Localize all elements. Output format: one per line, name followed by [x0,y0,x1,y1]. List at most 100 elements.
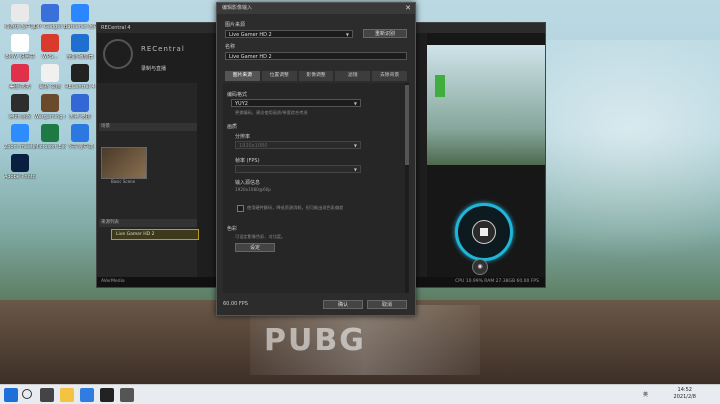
snapshot-icon[interactable]: ◉ [472,259,488,275]
color-section: 色彩 [227,226,238,232]
photoshop-icon [11,154,29,172]
name-field-value: Live Gamer HD 2 [229,54,272,60]
clock-time: 14:52 [677,387,692,393]
desktop-icon-label: WPS... [42,54,58,60]
device-select[interactable]: Live Gamer HD 2 ▼ [225,30,353,38]
desktop-icon[interactable]: Microsoft Excel [34,124,66,150]
desktop-icon[interactable]: 天神 竞技 [64,94,96,120]
scrollbar-thumb[interactable] [405,85,409,165]
input-format-select[interactable]: YUY2 ▼ [231,99,361,107]
windows-start-icon[interactable] [4,388,18,402]
record-button-ring[interactable] [455,203,513,261]
desktop-icon[interactable]: 全能 播放器 [64,34,96,60]
color-settings-button[interactable]: 设定 [235,243,275,252]
clock[interactable]: 14:52 2021/2/8 [674,387,696,401]
desktop-icon[interactable]: 最新 文档 [34,64,66,90]
desktop-icon[interactable]: Adobe Photoshop [4,154,36,180]
close-icon[interactable]: ✕ [405,3,411,14]
dialog-scrollbar[interactable] [405,83,409,293]
device-label: 图片来源 [225,22,246,28]
resolution-section: 画质 [227,124,238,130]
chevron-down-icon: ▼ [353,143,357,148]
app-icon [71,94,89,112]
recentral-taskbar-icon[interactable] [100,388,114,402]
app-icon [71,34,89,52]
ok-button[interactable]: 确认 [323,300,363,309]
app-icon [41,4,59,22]
framerate-label: 帧率 (FPS) [235,158,260,164]
tab-image-adjust[interactable]: 影像调整 [298,71,334,81]
scene-section-header: 场景 [99,123,197,131]
fps-readout: 60.00 FPS [223,301,248,307]
hw-decode-label: 使用硬件解码，降低资源消耗，但可能出现色彩偏差 [247,205,344,210]
framerate-select[interactable]: ▼ [235,165,361,173]
desktop-icon[interactable]: 腾讯 游戏 [4,94,36,120]
dialog-footer: 60.00 FPS 确认 取消 [217,295,415,315]
desktop-icon[interactable]: RECentral 4 [64,64,96,90]
edit-input-dialog: 编辑影像输入 ✕ 图片来源 Live Gamer HD 2 ▼ 重新识别 名称 … [216,2,416,316]
preview-marker [435,75,445,97]
desktop-icon-label: DIY Gadget build [34,24,66,30]
desktop-icon[interactable]: 鸭游戏 客户端 [4,4,36,30]
desktop-icon[interactable]: Zoom meeting [4,124,36,150]
color-hint: 可设定影像色彩、对比度。 [235,234,286,239]
resolution-select[interactable]: 1920x1080 ▼ [235,141,361,149]
tab-position[interactable]: 位置调整 [261,71,297,81]
battlenet-icon [71,4,89,22]
bmw-icon [11,34,29,52]
desktop-icon[interactable]: Battlenet 客户端 [64,4,96,30]
app-mode-label[interactable]: 录制与直播 [141,65,166,72]
name-field[interactable]: Live Gamer HD 2 [225,52,407,60]
desktop-icon-label: 天神 竞技 [69,114,91,120]
cancel-button[interactable]: 取消 [367,300,407,309]
tab-remove-background[interactable]: 去除背景 [372,71,407,81]
desktop-icon-label: 美图 秀秀 [9,84,31,90]
app-icon [11,94,29,112]
input-info-label: 输入源信息 [235,180,261,186]
resolution-value: 1920x1080 [239,143,268,149]
tab-filter[interactable]: 滤镜 [335,71,371,81]
zoom-icon [11,124,29,142]
input-format-label: 编码格式 [227,92,248,98]
task-view-icon[interactable] [40,388,54,402]
ime-indicator[interactable]: 英 [643,391,648,398]
refresh-button[interactable]: 重新识别 [363,29,407,38]
source-list-item[interactable]: Live Gamer HD 2 [111,229,199,240]
desktop-icon[interactable]: DIY Gadget build [34,4,66,30]
clock-date: 2021/2/8 [673,394,696,400]
desktop-icon[interactable]: BMW 说明书 [4,34,36,60]
desktop-icon-label: BMW 说明书 [5,54,35,60]
doc-icon [41,64,59,82]
tab-input-source[interactable]: 图片来源 [225,71,260,81]
app-icon [11,4,29,22]
app-left-panel: 场景 Basic Scene 来源列表 Live Gamer HD 2 [97,83,199,283]
status-brand: AVerMedia [101,279,125,284]
dialog-titlebar: 编辑影像输入 ✕ [217,3,415,14]
dialog-title: 编辑影像输入 [222,5,253,11]
name-label: 名称 [225,44,236,50]
desktop-icon-label: Battlenet 客户端 [64,24,96,30]
edge-icon[interactable] [80,388,94,402]
desktop-icon[interactable]: 美图 秀秀 [4,64,36,90]
resolution-label: 分辨率 [235,134,251,140]
chevron-down-icon: ▼ [353,167,357,172]
input-format-value: YUY2 [235,101,248,107]
desktop-icon-label: 腾讯 游戏 [9,114,31,120]
device-select-value: Live Gamer HD 2 [229,32,272,38]
hw-decode-checkbox[interactable] [237,205,244,212]
file-explorer-icon[interactable] [60,388,74,402]
desktop-icon[interactable]: 飞书 客户端 [64,124,96,150]
desktop-icon-label: Adobe Photoshop [4,174,36,180]
search-icon[interactable] [22,389,32,399]
desktop-icon[interactable]: WPS... [34,34,66,60]
app-logo-text: RECentral [141,45,185,53]
app-right-panel: ◉ [427,33,545,287]
scene-thumbnail[interactable] [101,147,147,179]
chevron-down-icon: ▼ [345,32,349,37]
scene-name: Basic Scene [110,179,136,184]
input-info-value: 1920x1080@60p [235,187,271,192]
desktop-icon[interactable]: Wargaming .net [34,94,66,120]
app-taskbar-icon[interactable] [120,388,134,402]
record-button[interactable] [472,220,496,244]
desktop-icon-label: Microsoft Excel [34,144,66,150]
